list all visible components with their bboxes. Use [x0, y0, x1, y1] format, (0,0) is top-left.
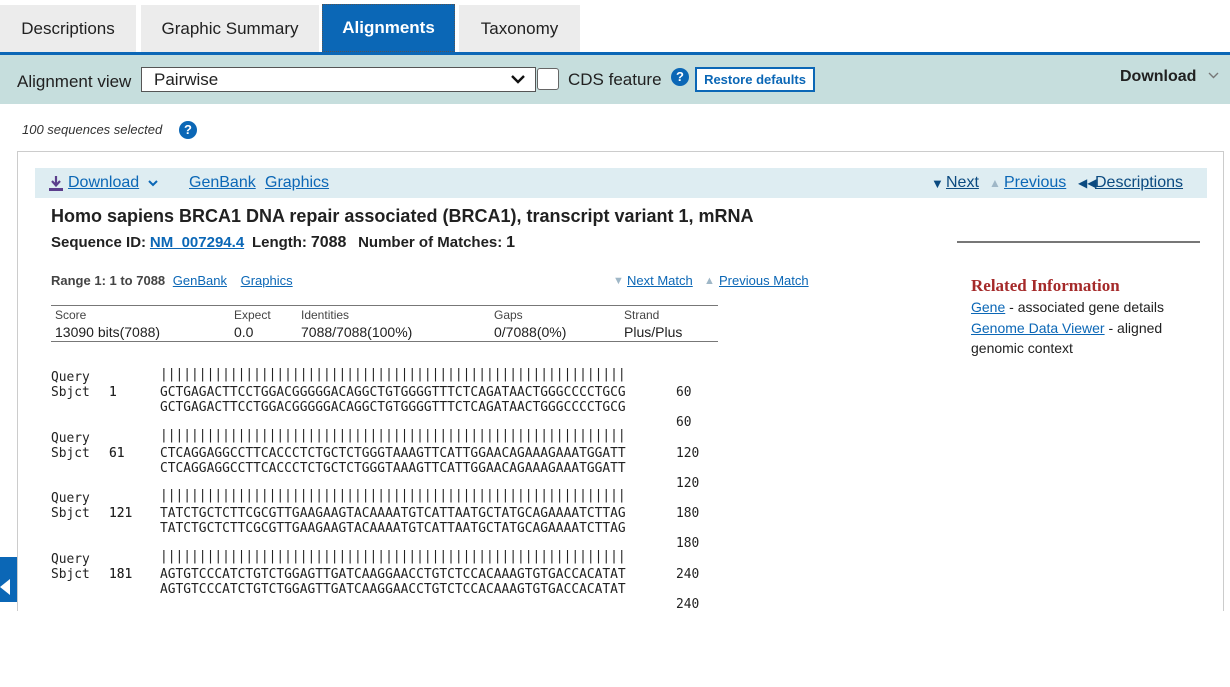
download-label: Download — [1120, 68, 1197, 85]
gaps-value: 0/7088(0%) — [494, 324, 567, 340]
sbjct-sequence: AGTGTCCCATCTGTCTGGAGTTGATCAAGGAACCTGTCTC… — [160, 567, 626, 582]
chevron-down-icon — [511, 68, 525, 91]
query-end: 240 — [676, 597, 700, 612]
query-label: Query — [51, 370, 90, 385]
strand-header: Strand — [624, 308, 660, 322]
match-bars: ||||||||||||||||||||||||||||||||||||||||… — [160, 488, 626, 503]
alignment-stats: Score 13090 bits(7088) Expect 0.0 Identiti… — [51, 305, 718, 342]
sbjct-start: 121 — [109, 506, 133, 521]
hit-download-link[interactable]: Download — [68, 174, 139, 192]
genome-data-viewer-link[interactable]: Genome Data Viewer — [971, 320, 1105, 336]
divider — [957, 241, 1200, 243]
triangle-up-icon: ▲ — [704, 275, 715, 287]
query-sequence: CTCAGGAGGCCTTCACCCTCTGCTCTGGGTAAAGTTCATT… — [160, 461, 626, 476]
alignment-toolbar: Alignment view Pairwise CDS feature ? Re… — [0, 55, 1230, 104]
sbjct-start: 1 — [109, 385, 117, 400]
range-header: Range 1: 1 to 7088 GenBank Graphics — [51, 273, 293, 288]
length-value: 7088 — [310, 234, 347, 251]
identities-value: 7088/7088(100%) — [301, 324, 413, 340]
triangle-left-icon: ◀◀ — [1078, 176, 1097, 190]
restore-defaults-button[interactable]: Restore defaults — [695, 67, 815, 92]
matches-value: 1 — [506, 234, 516, 251]
genbank-link[interactable]: GenBank — [189, 174, 256, 192]
strand-value: Plus/Plus — [624, 324, 683, 340]
gene-link[interactable]: Gene — [971, 299, 1005, 315]
query-sequence: GCTGAGACTTCCTGGACGGGGGACAGGCTGTGGGGTTTCT… — [160, 400, 626, 415]
sbjct-label: Sbjct — [51, 385, 90, 400]
query-label: Query — [51, 431, 90, 446]
sequence-id-link[interactable]: NM_007294.4 — [150, 234, 244, 251]
match-bars: ||||||||||||||||||||||||||||||||||||||||… — [160, 367, 626, 382]
triangle-down-icon: ▼ — [931, 176, 944, 191]
sbjct-start: 181 — [109, 567, 133, 582]
graphics-link[interactable]: Graphics — [265, 174, 329, 192]
previous-match-link[interactable]: Previous Match — [719, 273, 809, 288]
expect-header: Expect — [234, 308, 271, 322]
sbjct-label: Sbjct — [51, 567, 90, 582]
descriptions-link[interactable]: Descriptions — [1095, 174, 1183, 192]
sbjct-end: 120 — [676, 446, 700, 461]
help-icon[interactable]: ? — [179, 121, 197, 139]
alignment-view-select[interactable]: Pairwise — [141, 67, 536, 92]
sbjct-end: 240 — [676, 567, 700, 582]
related-information-heading: Related Information — [971, 276, 1120, 295]
score-value: 13090 bits(7088) — [55, 324, 161, 340]
score-header: Score — [55, 308, 87, 322]
sbjct-sequence: GCTGAGACTTCCTGGACGGGGGACAGGCTGTGGGGTTTCT… — [160, 385, 626, 400]
query-label: Query — [51, 552, 90, 567]
sbjct-end: 60 — [676, 385, 692, 400]
sbjct-label: Sbjct — [51, 446, 90, 461]
range-genbank-link[interactable]: GenBank — [173, 273, 227, 288]
related-information-list: Gene - associated gene details Genome Da… — [971, 297, 1191, 359]
query-label: Query — [51, 491, 90, 506]
download-menu[interactable]: Download — [1120, 68, 1219, 86]
next-link[interactable]: Next — [946, 174, 979, 192]
gene-desc: - associated gene details — [1005, 299, 1165, 315]
cds-feature-checkbox[interactable] — [537, 68, 559, 90]
length-label: Length: — [251, 234, 307, 251]
back-to-top-button[interactable] — [0, 557, 17, 602]
sequences-selected-label: 100 sequences selected — [22, 122, 163, 137]
range-graphics-link[interactable]: Graphics — [241, 273, 293, 288]
range-label: Range 1: 1 to 7088 — [51, 273, 166, 288]
triangle-down-icon: ▼ — [613, 275, 624, 287]
tab-graphic-summary[interactable]: Graphic Summary — [141, 5, 319, 52]
alignment-view-value: Pairwise — [154, 70, 219, 89]
previous-link[interactable]: Previous — [1004, 174, 1066, 192]
alignment-view-label: Alignment view — [17, 72, 132, 91]
triangle-up-icon: ▲ — [989, 176, 1001, 190]
sbjct-sequence: TATCTGCTCTTCGCGTTGAAGAAGTACAAAATGTCATTAA… — [160, 506, 626, 521]
query-sequence: AGTGTCCCATCTGTCTGGAGTTGATCAAGGAACCTGTCTC… — [160, 582, 626, 597]
sbjct-end: 180 — [676, 506, 700, 521]
result-tabs: Descriptions Graphic Summary Alignments … — [0, 0, 1230, 55]
hit-toolbar: Download GenBank Graphics ▼ Next ▲ Previ… — [35, 168, 1207, 198]
query-end: 180 — [676, 536, 700, 551]
match-bars: ||||||||||||||||||||||||||||||||||||||||… — [160, 428, 626, 443]
tab-taxonomy[interactable]: Taxonomy — [459, 5, 580, 52]
sequence-info: Sequence ID: NM_007294.4 Length: 7088 Nu… — [51, 234, 515, 252]
sbjct-sequence: CTCAGGAGGCCTTCACCCTCTGCTCTGGGTAAAGTTCATT… — [160, 446, 626, 461]
sequence-id-label: Sequence ID: — [51, 234, 147, 251]
chevron-down-icon — [148, 174, 158, 192]
help-icon[interactable]: ? — [671, 68, 689, 86]
match-bars: ||||||||||||||||||||||||||||||||||||||||… — [160, 549, 626, 564]
tab-descriptions[interactable]: Descriptions — [0, 5, 136, 52]
identities-header: Identities — [301, 308, 350, 322]
query-end: 120 — [676, 476, 700, 491]
expect-value: 0.0 — [234, 324, 254, 340]
query-end: 60 — [676, 415, 692, 430]
hit-title: Homo sapiens BRCA1 DNA repair associated… — [51, 206, 754, 226]
tab-alignments[interactable]: Alignments — [322, 4, 455, 52]
gaps-header: Gaps — [494, 308, 523, 322]
sbjct-label: Sbjct — [51, 506, 90, 521]
sbjct-start: 61 — [109, 446, 125, 461]
cds-feature-label: CDS feature — [568, 70, 662, 89]
download-icon — [49, 176, 63, 191]
query-sequence: TATCTGCTCTTCGCGTTGAAGAAGTACAAAATGTCATTAA… — [160, 521, 626, 536]
sequences-selected-text: 100 sequences selected — [22, 122, 162, 137]
matches-label: Number of Matches: — [358, 234, 503, 251]
chevron-down-icon — [1208, 67, 1219, 82]
alignment-block: Query 181 AGTGTCCCATCTGTCTGGAGTTGATCAAGG… — [51, 537, 699, 687]
next-match-link[interactable]: Next Match — [627, 273, 693, 288]
